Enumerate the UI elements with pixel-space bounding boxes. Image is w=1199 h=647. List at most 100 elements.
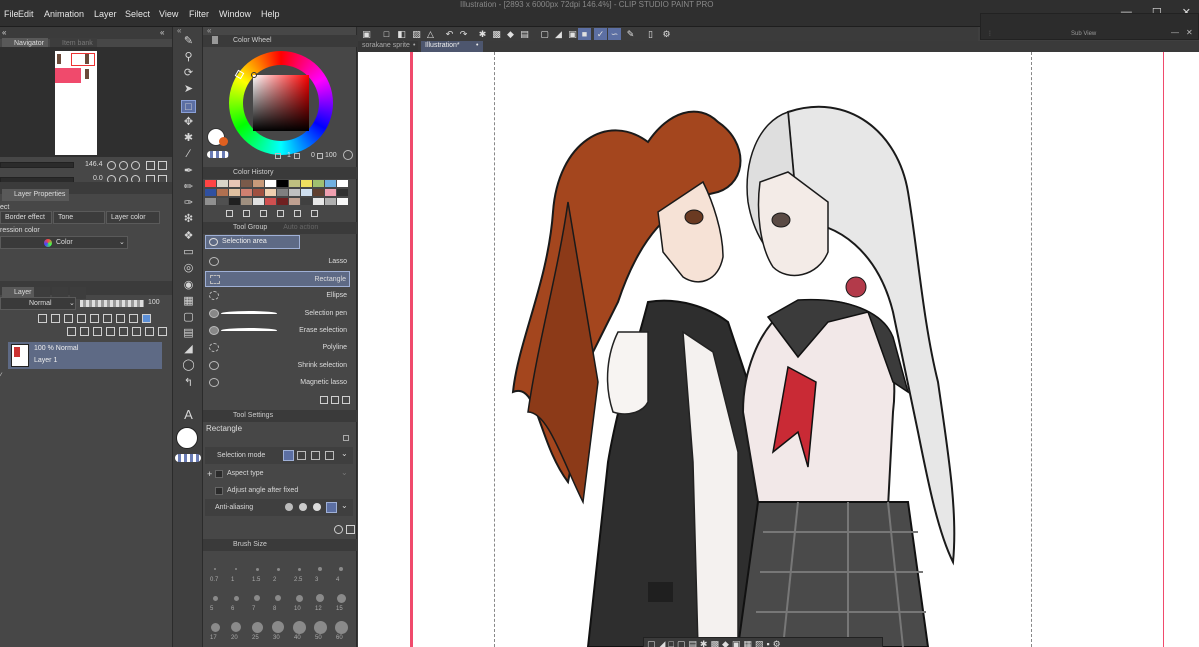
clear-launcher-icon[interactable]: ✱	[700, 639, 708, 647]
decoration-icon[interactable]: ❖	[181, 230, 196, 243]
operation-tool-icon[interactable]: ➤	[181, 83, 196, 96]
color-history-swatch[interactable]	[313, 189, 324, 196]
aa-medium-icon[interactable]	[313, 503, 321, 511]
shrink-launcher-icon[interactable]: ▢	[677, 639, 686, 647]
figure-icon[interactable]: ▢	[181, 311, 196, 324]
adjust-angle-row[interactable]: Adjust angle after fixed	[205, 484, 353, 499]
selection-mask-launcher-icon[interactable]: ▦	[743, 639, 752, 647]
zoom-slider[interactable]	[0, 162, 74, 168]
color-history-swatch[interactable]	[241, 198, 252, 205]
settings-launcher-icon[interactable]: ⚙	[773, 639, 781, 647]
delete-tool-icon[interactable]	[342, 396, 350, 404]
zoom-in-icon[interactable]	[119, 161, 128, 170]
opacity-slider[interactable]	[80, 300, 144, 307]
sub-view-minimize-icon[interactable]: —	[1171, 28, 1179, 37]
navigator-preview[interactable]	[0, 47, 172, 157]
color-settings-icon[interactable]	[343, 150, 353, 160]
zoom-out-icon[interactable]	[107, 161, 116, 170]
aspect-type-row[interactable]: + Aspect type ⌄	[205, 467, 353, 482]
menu-layer[interactable]: Layer	[94, 9, 117, 19]
tool-item-rectangle[interactable]: Rectangle	[205, 271, 350, 287]
reference-icon[interactable]	[51, 314, 60, 323]
frame-icon[interactable]: ▤	[181, 327, 196, 340]
tab-color-history[interactable]: Color History	[233, 169, 273, 176]
combine-down-icon[interactable]	[119, 327, 128, 336]
navigator-view-frame[interactable]	[71, 53, 95, 66]
sub-view-close-icon[interactable]: ✕	[1186, 28, 1193, 37]
color-history-swatch[interactable]	[241, 189, 252, 196]
move-tool-icon[interactable]: ⟳	[181, 67, 196, 80]
hsv-mode-icon[interactable]	[275, 153, 281, 159]
snap-ruler-icon[interactable]: ✓	[594, 28, 607, 40]
brush-size-dot[interactable]	[316, 594, 324, 602]
undo-icon[interactable]: ↶	[443, 28, 456, 40]
color-history-swatch[interactable]	[289, 198, 300, 205]
clear-outside-launcher-icon[interactable]: ▩	[710, 639, 719, 647]
brush-size-dot[interactable]	[336, 593, 346, 603]
new-tool-icon[interactable]	[331, 396, 339, 404]
brush-size-dot[interactable]	[297, 567, 301, 571]
settings-icon[interactable]: ⚙	[660, 28, 673, 40]
tab-color-wheel[interactable]: Color Wheel	[233, 37, 272, 44]
tab-brush-size[interactable]: Brush Size	[233, 541, 267, 548]
gradient-icon[interactable]: ▦	[181, 295, 196, 308]
quick-mask-launcher-icon[interactable]: ▨	[755, 639, 764, 647]
pen-icon[interactable]	[129, 314, 138, 323]
clear-icon[interactable]: ✱	[476, 28, 489, 40]
mask-icon[interactable]	[90, 314, 99, 323]
brush-icon[interactable]: ✑	[181, 197, 196, 210]
history-icon[interactable]	[260, 210, 267, 217]
eraser-icon[interactable]: ▭	[181, 246, 196, 259]
color-history-swatch[interactable]	[217, 189, 228, 196]
transparent-color-icon[interactable]	[175, 454, 201, 462]
lock-alpha-icon[interactable]	[77, 314, 86, 323]
open-file-icon[interactable]: ◧	[395, 28, 408, 40]
brush-size-dot[interactable]	[255, 567, 259, 571]
sub-color-swatch[interactable]	[219, 137, 228, 146]
color-history-swatch[interactable]	[265, 180, 276, 187]
new-vector-layer-icon[interactable]	[80, 327, 89, 336]
brush-size-dot[interactable]	[339, 567, 343, 571]
history-icon[interactable]	[277, 210, 284, 217]
correct-line-icon[interactable]: ↰	[181, 377, 196, 390]
pen-icon[interactable]: ✒	[181, 165, 196, 178]
layer-color-icon[interactable]	[142, 314, 151, 323]
ruler-tool-icon[interactable]: ◢	[181, 343, 196, 356]
tool-item-ellipse[interactable]: Ellipse	[205, 288, 350, 304]
brush-size-dot[interactable]	[235, 568, 237, 570]
copy-paste-launcher-icon[interactable]: ▣	[732, 639, 741, 647]
chevron-down-icon[interactable]: ⌄	[341, 449, 348, 458]
new-file-icon[interactable]: □	[380, 28, 393, 40]
canvas-paper[interactable]: ▢ ◢ □ ▢ ▤ ✱ ▩ ◆ ▣ ▦ ▨ ▪ ⚙	[358, 52, 1198, 647]
color-history-swatch[interactable]	[265, 189, 276, 196]
actual-size-icon[interactable]	[158, 161, 167, 170]
device-icon[interactable]: ▯	[644, 28, 657, 40]
settings-detail-icon[interactable]	[346, 525, 355, 534]
aspect-checkbox[interactable]	[215, 470, 223, 478]
blend-mode-select[interactable]: Normal ⌄	[0, 297, 76, 310]
color-history-swatch[interactable]	[301, 189, 312, 196]
tone-button[interactable]: Tone	[53, 211, 105, 224]
color-history-swatch[interactable]	[337, 198, 348, 205]
color-history-swatch[interactable]	[301, 180, 312, 187]
tab-close-icon[interactable]: •	[476, 42, 478, 49]
lock-icon[interactable]	[64, 314, 73, 323]
aa-none-icon[interactable]	[285, 503, 293, 511]
clear-outside-icon[interactable]: ▩	[490, 28, 503, 40]
adjust-angle-checkbox[interactable]	[215, 487, 223, 495]
history-icon[interactable]	[226, 210, 233, 217]
history-icon[interactable]	[243, 210, 250, 217]
redo-icon[interactable]: ↷	[457, 28, 470, 40]
color-history-swatch[interactable]	[301, 198, 312, 205]
brush-size-dot[interactable]	[318, 567, 322, 571]
show-selection-area-icon[interactable]: ■	[578, 28, 591, 40]
color-history-swatch[interactable]	[253, 198, 264, 205]
delete-layer-icon[interactable]	[158, 327, 167, 336]
layer-row[interactable]: 100 % Normal Layer 1	[8, 342, 162, 369]
collapse-left-icon[interactable]: «	[2, 28, 6, 37]
color-history-swatch[interactable]	[313, 180, 324, 187]
balloon-icon[interactable]: ◯	[181, 359, 196, 372]
deselect-icon[interactable]: ▢	[538, 28, 551, 40]
tool-item-lasso[interactable]: Lasso	[205, 254, 350, 270]
tab-layer-properties[interactable]: Layer Properties	[2, 189, 70, 201]
